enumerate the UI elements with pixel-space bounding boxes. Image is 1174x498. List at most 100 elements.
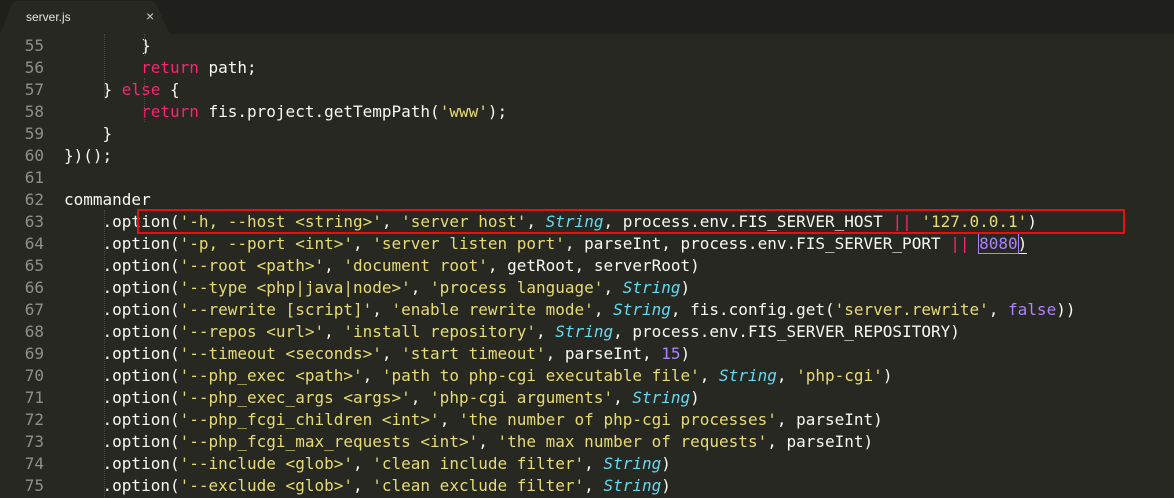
code-token: 'server.rewrite' xyxy=(834,300,989,319)
code-token: , xyxy=(584,476,604,495)
code-editor[interactable]: 55 56 57 58 59 60 61 62 63 64 65 66 67 68 69 70 71 72 73 74… xyxy=(0,34,1174,498)
code-token: , xyxy=(699,366,720,385)
code-line[interactable]: .option('--php_exec <path>', 'path to ph… xyxy=(64,365,893,387)
code-token: 'php-cgi' xyxy=(796,366,883,385)
code-token: )) xyxy=(1056,300,1076,319)
line-number: 63 xyxy=(24,212,44,231)
code-token: String xyxy=(719,366,777,385)
line-number: 73 xyxy=(24,432,44,451)
code-token: return xyxy=(141,102,199,121)
code-token: , xyxy=(603,278,623,297)
code-line[interactable]: .option('--timeout <seconds>', 'start ti… xyxy=(64,343,691,365)
code-token: 'enable rewrite mode' xyxy=(391,300,594,319)
code-line[interactable]: .option('-p, --port <int>', 'server list… xyxy=(64,233,1028,255)
line-number: 74 xyxy=(24,454,44,473)
code-token: '--repos <url>' xyxy=(179,322,325,341)
highlight-box xyxy=(137,209,1125,234)
code-token: '--rewrite [script]' xyxy=(179,300,373,319)
line-number: 72 xyxy=(24,410,44,429)
code-line[interactable]: } xyxy=(64,123,113,145)
code-line[interactable]: .option('--rewrite [script]', 'enable re… xyxy=(64,299,1076,321)
code-token: .option( xyxy=(102,388,180,407)
code-token: ) xyxy=(882,366,893,385)
code-token: , xyxy=(410,388,431,407)
code-token: commander xyxy=(64,190,151,209)
code-token: .option( xyxy=(102,256,180,275)
code-token: ); xyxy=(487,102,508,121)
code-line[interactable]: })(); xyxy=(64,145,112,167)
line-number: 60 xyxy=(24,146,44,165)
code-line[interactable]: .option('--exclude <glob>', 'clean exclu… xyxy=(64,475,671,497)
code-line[interactable]: .option('--php_fcgi_max_requests <int>',… xyxy=(64,431,874,453)
code-token: ) xyxy=(680,344,691,363)
line-number: 58 xyxy=(24,102,44,121)
code-token: 'start timeout' xyxy=(401,344,546,363)
line-number: 68 xyxy=(24,322,44,341)
code-line[interactable]: .option('--php_fcgi_children <int>', 'th… xyxy=(64,409,883,431)
line-number: 62 xyxy=(24,190,44,209)
code-token: 'path to php-cgi executable file' xyxy=(381,366,700,385)
line-number: 59 xyxy=(24,124,44,143)
code-token: '--php_fcgi_children <int>' xyxy=(179,410,440,429)
code-token: String xyxy=(632,388,691,407)
code-token: , xyxy=(776,366,797,385)
code-line[interactable]: commander xyxy=(64,189,151,211)
code-line[interactable]: } else { xyxy=(64,79,180,101)
code-token: , xyxy=(352,234,373,253)
code-token: fis.project.getTempPath( xyxy=(198,102,440,121)
indent-guide xyxy=(144,34,145,56)
code-line[interactable]: .option('--root <path>', 'document root'… xyxy=(64,255,700,277)
code-token: 'php-cgi arguments' xyxy=(430,388,614,407)
code-line[interactable]: } xyxy=(64,35,151,57)
code-token: .option( xyxy=(102,410,180,429)
code-token: , xyxy=(439,410,459,429)
code-token: 'server listen port' xyxy=(372,234,565,253)
code-token: String xyxy=(613,300,671,319)
code-line[interactable]: .option('--include <glob>', 'clean inclu… xyxy=(64,453,671,475)
close-icon[interactable]: × xyxy=(146,8,154,24)
code-token: , xyxy=(324,256,344,275)
code-line[interactable]: return path; xyxy=(64,57,257,79)
code-token: , xyxy=(478,432,498,451)
code-token: 'the max number of requests' xyxy=(497,432,768,451)
tab-filename[interactable]: server.js xyxy=(26,10,71,24)
code-line[interactable]: .option('--repos <url>', 'install reposi… xyxy=(64,321,960,343)
code-token: String xyxy=(603,476,662,495)
code-token: , xyxy=(613,388,633,407)
code-token: , parseInt, xyxy=(545,344,662,363)
code-token: , getRoot, serverRoot) xyxy=(487,256,700,275)
code-token: '--exclude <glob>' xyxy=(179,476,353,495)
code-line[interactable]: .option('--php_exec_args <args>', 'php-c… xyxy=(64,387,700,409)
code-line[interactable]: .option('--type <php|java|node>', 'proce… xyxy=(64,277,691,299)
code-token: .option( xyxy=(102,366,180,385)
code-token: .option( xyxy=(102,432,180,451)
line-number: 64 xyxy=(24,234,44,253)
code-token: , xyxy=(352,476,373,495)
code-token: String xyxy=(603,454,662,473)
code-token: 'clean include filter' xyxy=(372,454,585,473)
code-token: , xyxy=(372,300,392,319)
code-token: , xyxy=(536,322,556,341)
code-token: '--include <glob>' xyxy=(179,454,353,473)
code-token: , parseInt) xyxy=(776,410,883,429)
code-token: .option( xyxy=(102,454,180,473)
code-token: return xyxy=(141,58,199,77)
code-token: ) xyxy=(661,454,671,473)
code-line[interactable]: return fis.project.getTempPath('www'); xyxy=(64,101,507,123)
line-number: 66 xyxy=(24,278,44,297)
code-token: 'process language' xyxy=(430,278,604,297)
tab-bar: server.js × xyxy=(0,0,1174,34)
line-number: 71 xyxy=(24,388,44,407)
